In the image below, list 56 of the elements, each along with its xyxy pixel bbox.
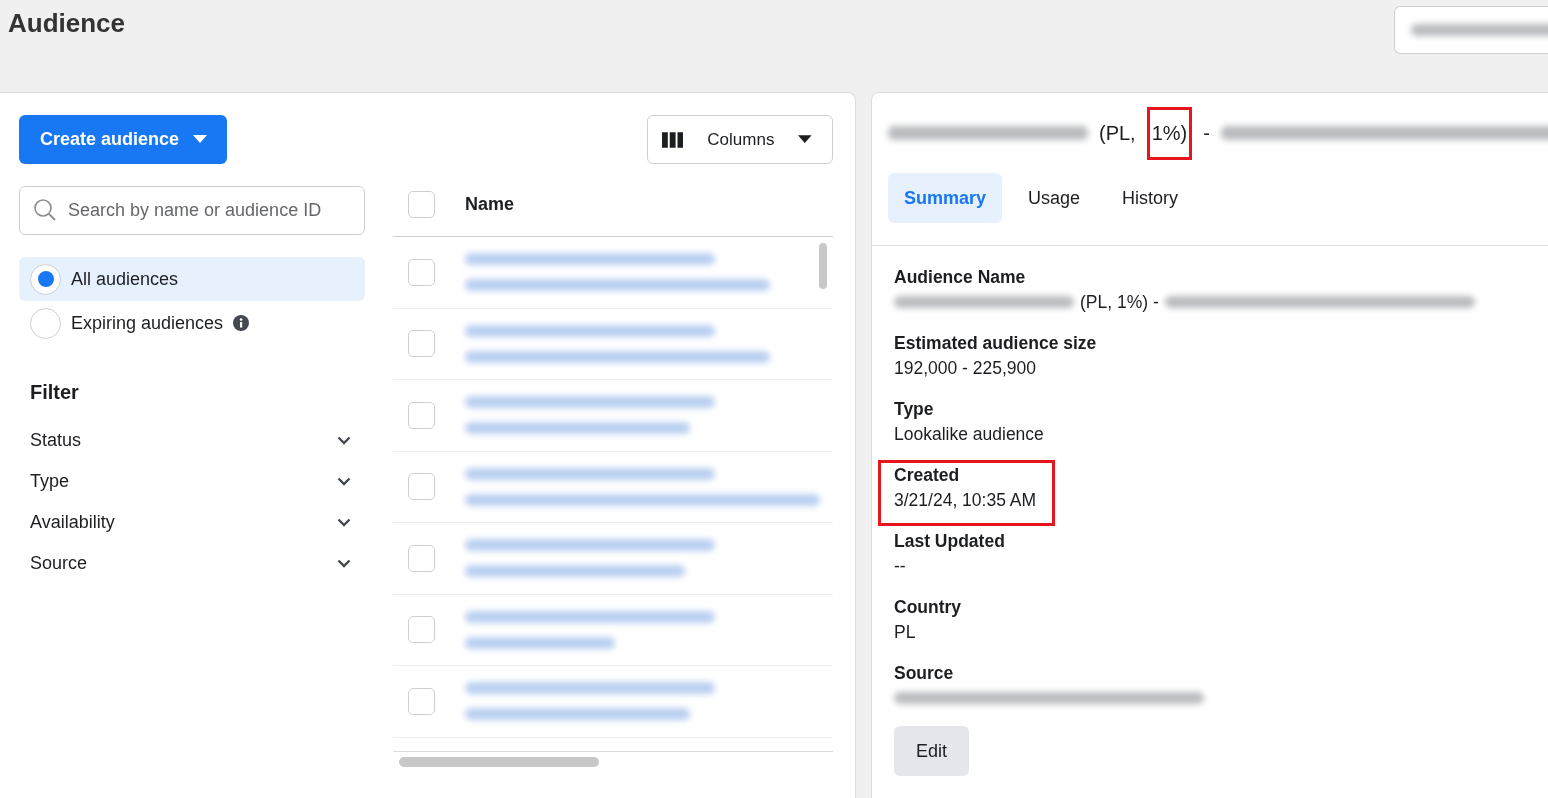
filter-item[interactable]: Source <box>19 543 365 584</box>
columns-button[interactable]: Columns <box>647 115 833 164</box>
filter-label: Status <box>30 430 82 451</box>
field-label: Last Updated <box>894 530 1005 552</box>
account-selector[interactable] <box>1394 6 1548 54</box>
filter-heading: Filter <box>30 381 80 404</box>
scrollbar-thumb[interactable] <box>819 243 827 289</box>
field-label: Country <box>894 596 962 618</box>
checkbox[interactable] <box>408 401 435 429</box>
title-text: - <box>1202 120 1211 146</box>
checkbox[interactable] <box>408 258 435 286</box>
filter-label: Source <box>30 553 88 574</box>
checkbox[interactable] <box>408 616 435 644</box>
create-audience-button[interactable]: Create audience <box>19 115 228 164</box>
option-label: All audiences <box>71 268 179 290</box>
field-value: (PL, 1%) - <box>1080 291 1159 314</box>
audience-scope-option[interactable]: All audiences <box>19 257 365 301</box>
title-text: 1%) <box>1146 106 1193 160</box>
column-header[interactable]: Name <box>465 193 515 215</box>
field-label: Source <box>894 662 955 684</box>
scrollbar-thumb[interactable] <box>399 757 599 767</box>
audience-scope-option[interactable]: Expiring audiences <box>19 301 365 345</box>
tab[interactable]: History <box>1106 173 1195 223</box>
caret-icon <box>798 135 812 144</box>
radio-button[interactable] <box>30 263 61 295</box>
filter-label: Type <box>30 471 70 492</box>
title-text: (PL, <box>1098 120 1137 146</box>
caret-icon <box>193 135 208 144</box>
field-value: -- <box>894 555 906 578</box>
edit-button[interactable]: Edit <box>894 726 970 776</box>
field-value: 192,000 - 225,900 <box>894 357 1037 380</box>
search-field[interactable]: Search by name or audience ID <box>19 186 365 235</box>
page-title: Audience <box>8 8 126 39</box>
field-label: Created <box>894 464 961 486</box>
field-value: 3/21/24, 10:35 AM <box>894 489 1037 512</box>
checkbox[interactable] <box>408 330 435 358</box>
tab[interactable]: Usage <box>1012 173 1097 223</box>
filter-item[interactable]: Availability <box>19 502 365 543</box>
radio-button[interactable] <box>30 307 61 339</box>
filter-item[interactable]: Type <box>19 461 365 502</box>
field-label: Audience Name <box>894 266 1027 288</box>
checkbox[interactable] <box>408 473 435 501</box>
filter-label: Availability <box>30 512 115 533</box>
field-value: Lookalike audience <box>894 423 1044 446</box>
info-icon <box>233 315 250 331</box>
checkbox[interactable] <box>408 190 435 218</box>
checkbox[interactable] <box>408 687 435 715</box>
checkbox[interactable] <box>408 544 435 572</box>
filter-item[interactable]: Status <box>19 420 365 461</box>
tab[interactable]: Summary <box>888 173 1003 223</box>
search-icon <box>33 198 57 222</box>
field-label: Estimated audience size <box>894 332 1097 354</box>
field-label: Type <box>894 398 935 420</box>
columns-icon <box>662 131 684 148</box>
field-value: PL <box>894 621 916 644</box>
option-label: Expiring audiences <box>71 312 224 334</box>
